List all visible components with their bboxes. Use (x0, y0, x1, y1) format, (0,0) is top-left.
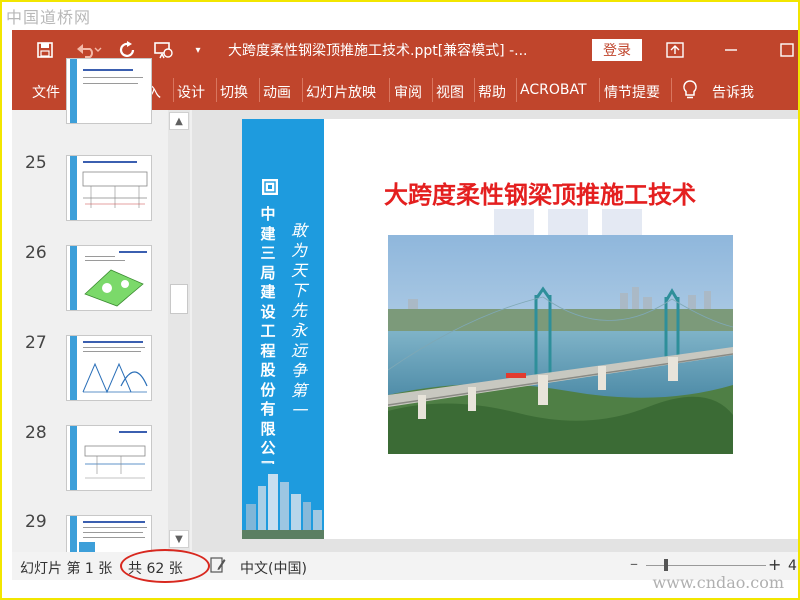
notes-icon[interactable] (210, 556, 226, 578)
ribbon-separator (432, 78, 433, 102)
zoom-slider-thumb[interactable] (664, 559, 668, 571)
decor-square (602, 209, 642, 237)
zoom-in-icon[interactable]: + (768, 555, 781, 574)
slide-number: 29 (25, 512, 47, 532)
slide-side-bar: 中建三局建设工程股份有限公司 敢为天下先 永远争第一 (242, 119, 324, 539)
bridge-photo (388, 235, 733, 454)
tab-animations[interactable]: 动画 (263, 82, 291, 102)
slide-number: 28 (25, 423, 47, 443)
ribbon-separator (516, 78, 517, 102)
slide-number: 26 (25, 243, 47, 263)
watermark-bottom: www.cndao.com (652, 573, 784, 592)
slide-position-status[interactable]: 幻灯片 第 1 张 (20, 558, 112, 578)
company-logo (262, 179, 278, 195)
save-icon[interactable] (34, 38, 56, 62)
slide-thumbnail[interactable] (66, 58, 152, 124)
watermark-top: 中国道桥网 (6, 8, 92, 27)
screenshot-frame: 中国道桥网 ▾ 大跨度柔性钢梁顶推施工技术.ppt[兼容模式] -... 登录 … (0, 0, 800, 600)
city-skyline-image (242, 464, 324, 539)
ribbon-display-icon[interactable] (664, 38, 686, 62)
ribbon-separator (599, 78, 600, 102)
slide-thumbnail-26[interactable] (66, 245, 152, 311)
ribbon-separator (671, 78, 672, 102)
scroll-up-icon[interactable]: ▲ (169, 112, 189, 130)
decor-square (548, 209, 588, 237)
tab-storyboard[interactable]: 情节提要 (604, 82, 660, 102)
ribbon-separator (259, 78, 260, 102)
tab-file[interactable]: 文件 (32, 82, 60, 102)
tell-me-search[interactable]: 告诉我 (712, 82, 754, 102)
company-name: 中建三局建设工程股份有限公司 (260, 205, 276, 477)
restore-icon[interactable] (776, 38, 798, 62)
zoom-out-icon[interactable]: – (630, 554, 638, 573)
slide-thumbnail-25[interactable] (66, 155, 152, 221)
slide-title: 大跨度柔性钢梁顶推施工技术 (384, 180, 696, 209)
language-status[interactable]: 中文(中国) (240, 558, 307, 578)
thumbnail-panel: 25 26 27 28 29 (12, 58, 192, 552)
present-icon[interactable] (152, 38, 176, 62)
tab-acrobat[interactable]: ACROBAT (520, 82, 587, 98)
current-slide[interactable]: 中建三局建设工程股份有限公司 敢为天下先 永远争第一 大跨度柔性钢梁顶推施工技术 (242, 119, 798, 539)
ribbon-separator (474, 78, 475, 102)
tab-help[interactable]: 帮助 (478, 82, 506, 102)
slide-thumbnail-27[interactable] (66, 335, 152, 401)
slide-number: 25 (25, 153, 47, 173)
slogan-calligraphy: 敢为天下先 永远争第一 (290, 221, 307, 420)
window-title: 大跨度柔性钢梁顶推施工技术.ppt[兼容模式] -... (228, 43, 528, 59)
tab-view[interactable]: 视图 (436, 82, 464, 102)
ribbon-separator (389, 78, 390, 102)
slide-thumbnail-29[interactable] (66, 515, 152, 552)
zoom-percentage[interactable]: 4 (788, 558, 797, 574)
scroll-down-icon[interactable]: ▼ (169, 530, 189, 548)
minimize-icon[interactable] (720, 38, 742, 62)
ribbon-separator (173, 78, 174, 102)
ribbon-separator (302, 78, 303, 102)
lightbulb-icon[interactable] (682, 80, 698, 104)
decor-square (494, 209, 534, 237)
slide-number: 27 (25, 333, 47, 353)
scrollbar-thumb[interactable] (170, 284, 188, 314)
ribbon-separator (216, 78, 217, 102)
tab-design[interactable]: 设计 (177, 82, 205, 102)
tab-slideshow[interactable]: 幻灯片放映 (306, 82, 376, 102)
highlight-ellipse (120, 549, 210, 583)
slide-thumbnail-28[interactable] (66, 425, 152, 491)
customize-icon[interactable]: ▾ (190, 38, 206, 62)
tab-review[interactable]: 审阅 (394, 82, 422, 102)
thumbnail-scrollbar[interactable]: ▲ ▼ (168, 110, 190, 552)
login-button[interactable]: 登录 (592, 39, 642, 61)
tab-transitions[interactable]: 切换 (220, 82, 248, 102)
